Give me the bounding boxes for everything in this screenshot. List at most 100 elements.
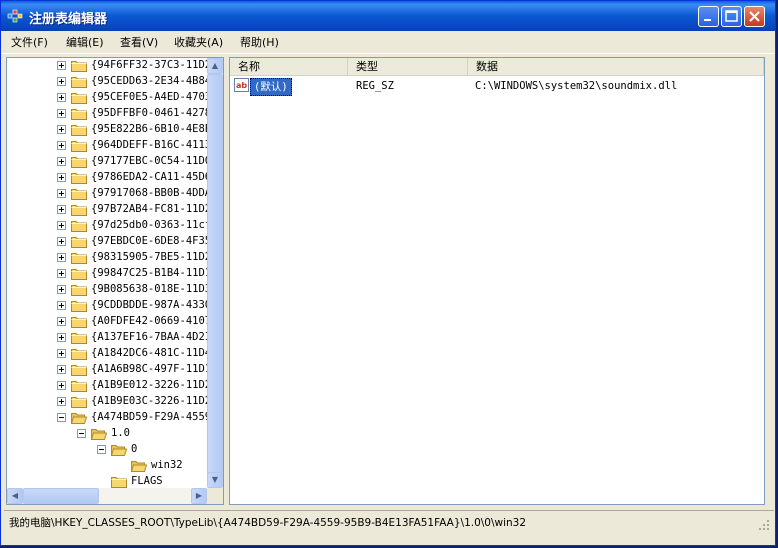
tree-item-label: {97B72AB4-FC81-11D2 (91, 203, 212, 215)
expand-plus-icon[interactable] (57, 189, 66, 198)
expand-plus-icon[interactable] (57, 61, 66, 70)
expand-plus-icon[interactable] (57, 397, 66, 406)
tree-item-label: {A1B9E012-3226-11D2 (91, 379, 212, 391)
tree-item[interactable]: {95E822B6-6B10-4E8E (7, 122, 211, 138)
collapse-minus-icon[interactable] (97, 445, 106, 454)
tree-item-label: {95DFFBF0-0461-4278 (91, 107, 212, 119)
tree-item[interactable]: win32 (7, 458, 207, 474)
tree-item[interactable]: {A1B9E03C-3226-11D2 (7, 394, 211, 410)
expand-plus-icon[interactable] (57, 237, 66, 246)
column-header-data[interactable]: 数据 (468, 58, 764, 76)
expand-plus-icon[interactable] (57, 269, 66, 278)
tree-item[interactable]: {95CEF0E5-A4ED-4703 (7, 90, 211, 106)
expand-plus-icon[interactable] (57, 317, 66, 326)
svg-text:ab: ab (236, 81, 247, 90)
tree-item[interactable]: {A474BD59-F29A-4559 (7, 410, 211, 426)
expand-plus-icon[interactable] (57, 173, 66, 182)
expand-plus-icon[interactable] (57, 333, 66, 342)
tree-item[interactable]: {94F6FF32-37C3-11D2 (7, 58, 211, 74)
tree-item[interactable]: {97EBDC0E-6DE8-4F35 (7, 234, 211, 250)
expand-plus-icon[interactable] (57, 93, 66, 102)
expand-plus-icon[interactable] (57, 77, 66, 86)
expand-plus-icon[interactable] (57, 253, 66, 262)
folder-icon (71, 253, 87, 264)
tree-item[interactable]: {97177EBC-0C54-11D0 (7, 154, 211, 170)
tree-item[interactable]: {A1B9E012-3226-11D2 (7, 378, 211, 394)
close-button[interactable] (744, 6, 765, 27)
expand-plus-icon[interactable] (57, 157, 66, 166)
expand-plus-icon[interactable] (57, 109, 66, 118)
folder-icon (71, 413, 87, 424)
folder-icon (71, 205, 87, 216)
title-bar[interactable]: 注册表编辑器 (1, 1, 775, 31)
values-list-pane[interactable]: 名称 类型 数据 ab (默认) REG_SZ C:\WINDOWS\syste… (229, 57, 765, 505)
tree-item[interactable]: {98315905-7BE5-11D2 (7, 250, 211, 266)
tree-item[interactable]: {A137EF16-7BAA-4D2I (7, 330, 211, 346)
expand-plus-icon[interactable] (57, 285, 66, 294)
folder-icon (71, 221, 87, 232)
tree-item[interactable]: {95DFFBF0-0461-4278 (7, 106, 211, 122)
tree-item[interactable]: {964DDEFF-B16C-4113 (7, 138, 211, 154)
tree-item[interactable]: {97d25db0-0363-11cf (7, 218, 211, 234)
folder-icon (71, 157, 87, 168)
expand-plus-icon[interactable] (57, 381, 66, 390)
collapse-minus-icon[interactable] (77, 429, 86, 438)
status-bar: 我的电脑\HKEY_CLASSES_ROOT\TypeLib\{A474BD59… (4, 510, 774, 533)
expand-plus-icon[interactable] (57, 141, 66, 150)
expand-plus-icon[interactable] (57, 221, 66, 230)
tree-horizontal-scrollbar[interactable]: ◀ ▶ (7, 488, 207, 504)
tree-item[interactable]: {9B085638-018E-11D3 (7, 282, 211, 298)
scroll-up-arrow-icon[interactable]: ▲ (207, 58, 223, 74)
tree-item[interactable]: {A1A6B98C-497F-11D1 (7, 362, 211, 378)
tree-item-label: {94F6FF32-37C3-11D2 (91, 59, 212, 71)
tree-item-label: {9CDDBDDE-987A-4330 (91, 299, 212, 311)
maximize-button[interactable] (721, 6, 742, 27)
expand-plus-icon[interactable] (57, 301, 66, 310)
expand-plus-icon[interactable] (57, 349, 66, 358)
tree-item[interactable]: 1.0 (7, 426, 207, 442)
tree-item[interactable]: {9CDDBDDE-987A-4330 (7, 298, 211, 314)
folder-icon (71, 109, 87, 120)
menu-view[interactable]: 查看(V) (120, 34, 158, 50)
tree-hscroll-thumb[interactable] (23, 488, 99, 504)
tree-item[interactable]: {A1842DC6-481C-11D4 (7, 346, 211, 362)
tree-item-label: {A1A6B98C-497F-11D1 (91, 363, 212, 375)
expand-plus-icon[interactable] (57, 205, 66, 214)
menu-file[interactable]: 文件(F) (11, 34, 48, 50)
column-header-type[interactable]: 类型 (348, 58, 468, 76)
tree-item[interactable]: {A0FDFE42-0669-4107 (7, 314, 211, 330)
tree-item-label: FLAGS (131, 475, 163, 487)
column-header-name[interactable]: 名称 (230, 58, 348, 76)
scroll-down-arrow-icon[interactable]: ▼ (207, 472, 223, 488)
minimize-button[interactable] (698, 6, 719, 27)
tree-item[interactable]: {97B72AB4-FC81-11D2 (7, 202, 211, 218)
tree-item[interactable]: {99847C25-B1B4-11D1 (7, 266, 211, 282)
scroll-left-arrow-icon[interactable]: ◀ (7, 488, 23, 504)
tree-vertical-scrollbar[interactable]: ▲ ▼ (207, 58, 223, 488)
expand-plus-icon[interactable] (57, 125, 66, 134)
status-path: 我的电脑\HKEY_CLASSES_ROOT\TypeLib\{A474BD59… (9, 517, 527, 529)
menu-help[interactable]: 帮助(H) (240, 34, 279, 50)
value-type: REG_SZ (356, 80, 394, 92)
collapse-minus-icon[interactable] (57, 413, 66, 422)
folder-icon (71, 141, 87, 152)
resize-grip-icon[interactable] (758, 519, 770, 531)
tree-item[interactable]: {97917068-BB0B-4DDA (7, 186, 211, 202)
registry-editor-window: 注册表编辑器 文件(F) 编辑(E) 查看(V) 收藏夹(A) 帮助(H) {9… (0, 0, 776, 546)
menu-favorites[interactable]: 收藏夹(A) (174, 34, 223, 50)
expand-plus-icon[interactable] (57, 365, 66, 374)
tree-vscroll-thumb[interactable] (207, 74, 223, 474)
scroll-right-arrow-icon[interactable]: ▶ (191, 488, 207, 504)
tree-item[interactable]: {95CEDD63-2E34-4B84 (7, 74, 211, 90)
value-name: (默认) (250, 78, 292, 96)
tree-item-label: {97917068-BB0B-4DDA (91, 187, 212, 199)
tree-item[interactable]: {9786EDA2-CA11-45D6 (7, 170, 211, 186)
tree-item[interactable]: 0 (7, 442, 207, 458)
tree-item-label: {95CEDD63-2E34-4B84 (91, 75, 212, 87)
menu-edit[interactable]: 编辑(E) (66, 34, 104, 50)
value-data: C:\WINDOWS\system32\soundmix.dll (475, 80, 678, 92)
tree-item-label: 0 (131, 443, 138, 455)
tree-item-label: {97177EBC-0C54-11D0 (91, 155, 212, 167)
registry-tree-pane[interactable]: {94F6FF32-37C3-11D2 {95CEDD63-2E34-4B84 {9… (6, 57, 224, 505)
scroll-corner (207, 488, 223, 504)
